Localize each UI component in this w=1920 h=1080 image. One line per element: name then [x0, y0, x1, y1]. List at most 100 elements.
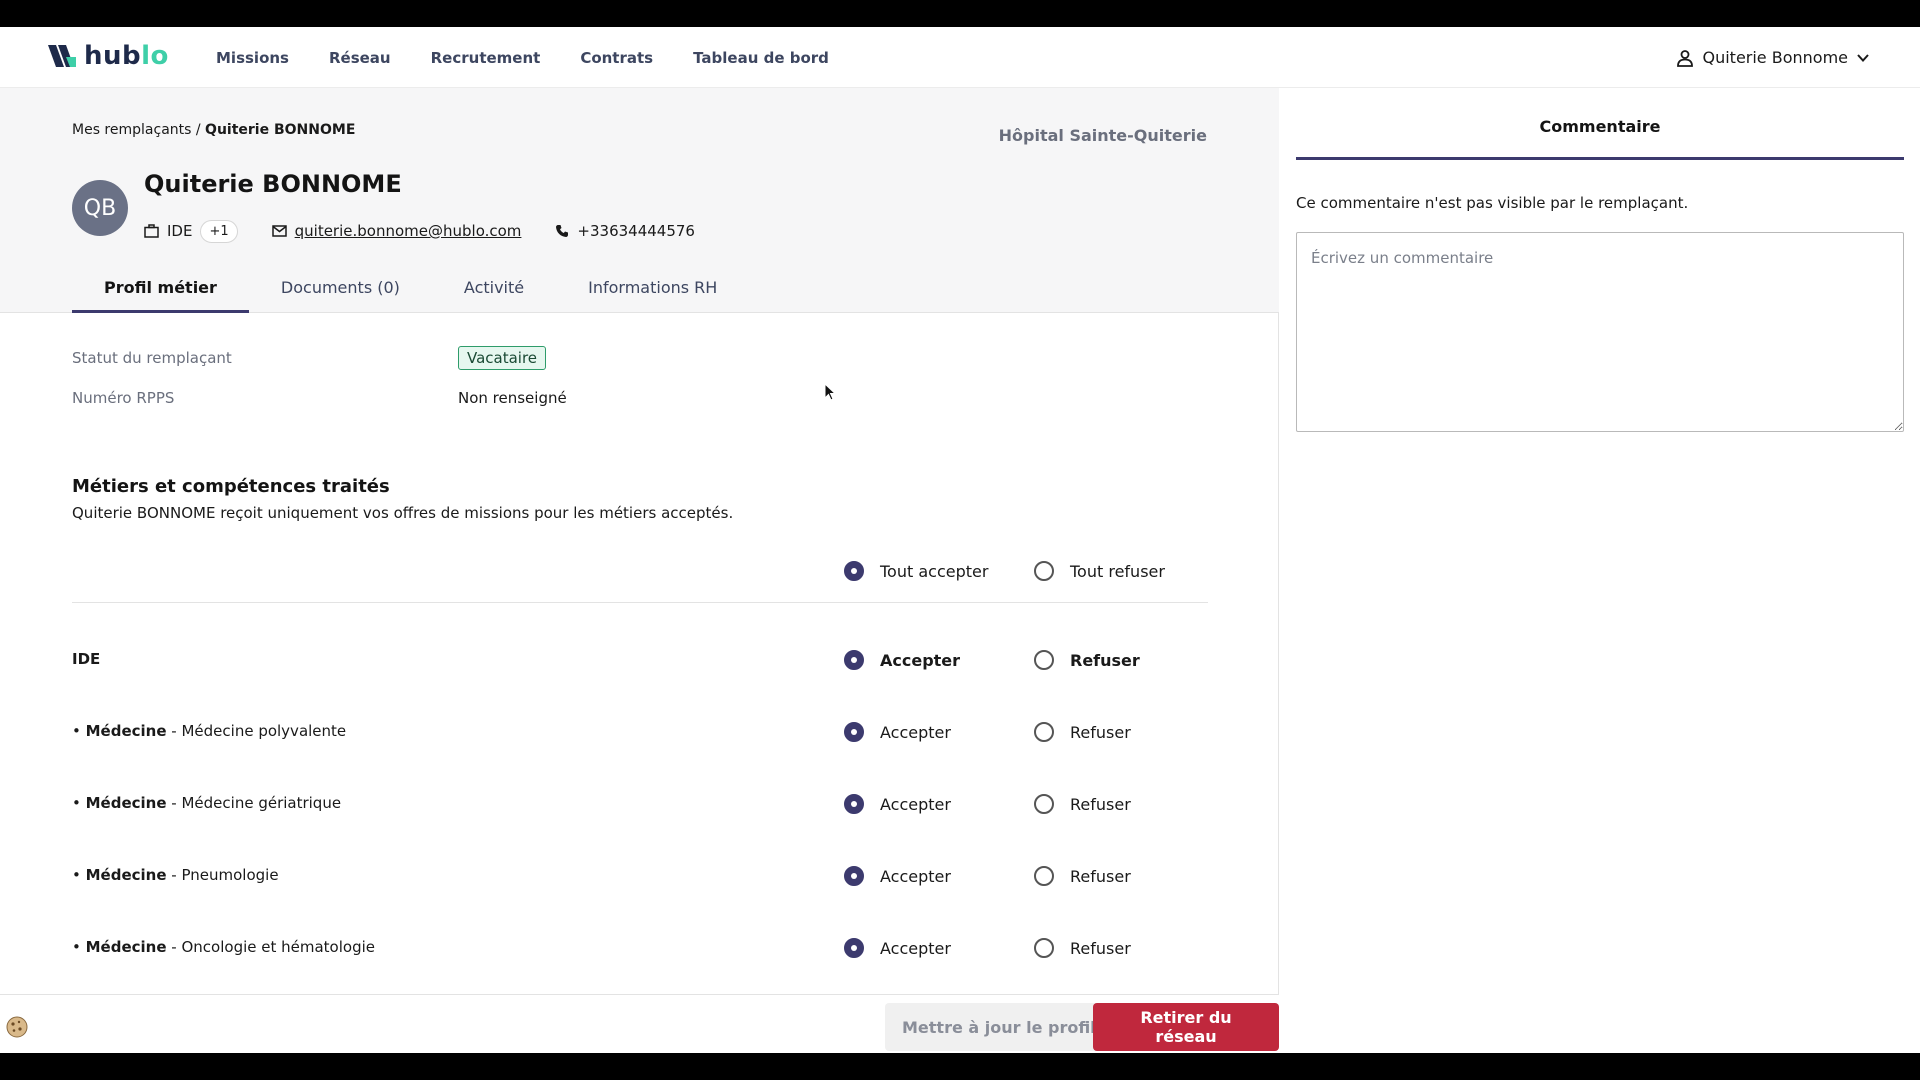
profile-meta: IDE +1 quiterie.bonnome@hublo.com +33634… — [144, 216, 729, 246]
job-accept-label: Accepter — [880, 650, 961, 670]
tab-activite[interactable]: Activité — [432, 268, 556, 313]
skill-row: • Médecine - Oncologie et hématologie Ac… — [72, 935, 1208, 961]
job-label: IDE — [167, 222, 193, 240]
skill-accept-radio[interactable] — [844, 938, 864, 958]
refuse-all-radio[interactable] — [1034, 561, 1054, 581]
user-name: Quiterie Bonnome — [1702, 48, 1848, 67]
tab-documents[interactable]: Documents (0) — [249, 268, 432, 313]
skill-accept-radio[interactable] — [844, 866, 864, 886]
skill-refuse-label: Refuser — [1070, 722, 1131, 742]
skill-refuse-radio[interactable] — [1034, 938, 1054, 958]
job-row: IDE Accepter Refuser — [72, 647, 1208, 673]
nav-reseau[interactable]: Réseau — [329, 49, 391, 67]
job-refuse-label: Refuser — [1070, 650, 1140, 670]
status-label: Statut du remplaçant — [72, 349, 232, 367]
hublo-logo-text: hublo — [84, 41, 169, 71]
section-title: Métiers et compétences traités — [72, 476, 390, 497]
skill-accept-option[interactable]: Accepter — [844, 791, 951, 817]
nav-recrutement[interactable]: Recrutement — [431, 49, 541, 67]
cookie-icon[interactable] — [5, 1015, 29, 1039]
job-extra-badge[interactable]: +1 — [200, 219, 238, 243]
job-accept-radio[interactable] — [844, 650, 864, 670]
skill-accept-label: Accepter — [880, 866, 951, 886]
profile-content: Statut du remplaçant Vacataire Numéro RP… — [0, 314, 1279, 994]
nav-tableau-de-bord[interactable]: Tableau de bord — [693, 49, 829, 67]
skill-refuse-label: Refuser — [1070, 938, 1131, 958]
global-choice-row: Tout accepter Tout refuser — [72, 558, 1208, 584]
skill-refuse-option[interactable]: Refuser — [1034, 863, 1131, 889]
comment-input[interactable] — [1296, 232, 1904, 432]
skill-accept-option[interactable]: Accepter — [844, 719, 951, 745]
skill-refuse-label: Refuser — [1070, 794, 1131, 814]
accept-all-radio[interactable] — [844, 561, 864, 581]
refuse-all-label: Tout refuser — [1070, 561, 1165, 581]
skill-row-label: • Médecine - Pneumologie — [72, 866, 279, 884]
tab-informations-rh[interactable]: Informations RH — [556, 268, 749, 313]
skill-accept-radio[interactable] — [844, 794, 864, 814]
main-panel: Mes remplaçants / Quiterie BONNOME Hôpit… — [0, 88, 1279, 1053]
app-window: hublo Missions Réseau Recrutement Contra… — [0, 27, 1920, 1053]
mouse-cursor-icon — [824, 383, 836, 401]
breadcrumb-parent[interactable]: Mes remplaçants / — [72, 122, 201, 138]
remove-from-network-button[interactable]: Retirer du réseau — [1093, 1003, 1279, 1051]
hublo-logo[interactable]: hublo — [48, 41, 169, 71]
status-badge: Vacataire — [458, 346, 547, 370]
rpps-label: Numéro RPPS — [72, 389, 175, 407]
comment-panel: Commentaire Ce commentaire n'est pas vis… — [1280, 88, 1920, 1053]
job-group: IDE +1 — [144, 219, 238, 243]
accept-all-label: Tout accepter — [880, 561, 989, 581]
skill-accept-label: Accepter — [880, 722, 951, 742]
skill-refuse-option[interactable]: Refuser — [1034, 935, 1131, 961]
refuse-all-option[interactable]: Tout refuser — [1034, 558, 1165, 584]
skill-refuse-radio[interactable] — [1034, 794, 1054, 814]
action-bar: Mettre à jour le profil Retirer du résea… — [0, 994, 1279, 1053]
chevron-down-icon — [1857, 53, 1869, 62]
hublo-logo-icon — [48, 45, 76, 67]
skill-row-label: • Médecine - Oncologie et hématologie — [72, 938, 375, 956]
skill-accept-option[interactable]: Accepter — [844, 935, 951, 961]
skill-row: • Médecine - Médecine polyvalente Accept… — [72, 719, 1208, 745]
hospital-name: Hôpital Sainte-Quiterie — [998, 126, 1207, 145]
top-navigation: hublo Missions Réseau Recrutement Contra… — [0, 27, 1920, 88]
skill-refuse-radio[interactable] — [1034, 722, 1054, 742]
phone-icon — [556, 225, 569, 237]
nav-missions[interactable]: Missions — [216, 49, 289, 67]
phone-group: +33634444576 — [555, 222, 695, 240]
profile-header: Mes remplaçants / Quiterie BONNOME Hôpit… — [0, 88, 1279, 313]
skill-accept-label: Accepter — [880, 938, 951, 958]
mail-icon — [271, 225, 287, 237]
accept-all-option[interactable]: Tout accepter — [844, 558, 988, 584]
skill-refuse-option[interactable]: Refuser — [1034, 791, 1131, 817]
email-link[interactable]: quiterie.bonnome@hublo.com — [295, 222, 522, 240]
tab-profil-metier[interactable]: Profil métier — [72, 268, 249, 313]
user-icon — [1677, 49, 1694, 67]
breadcrumb: Mes remplaçants / Quiterie BONNOME — [72, 122, 355, 138]
skill-row-label: • Médecine - Médecine gériatrique — [72, 794, 342, 812]
skill-accept-label: Accepter — [880, 794, 951, 814]
page-title: Quiterie BONNOME — [144, 170, 402, 198]
main-nav: Missions Réseau Recrutement Contrats Tab… — [216, 27, 829, 88]
rpps-value: Non renseigné — [458, 389, 567, 407]
skill-refuse-label: Refuser — [1070, 866, 1131, 886]
divider — [72, 602, 1208, 603]
comment-visibility-note: Ce commentaire n'est pas visible par le … — [1296, 194, 1689, 212]
skill-row-label: • Médecine - Médecine polyvalente — [72, 722, 347, 740]
skill-accept-option[interactable]: Accepter — [844, 863, 951, 889]
tab-commentaire[interactable]: Commentaire — [1296, 88, 1904, 160]
nav-contrats[interactable]: Contrats — [580, 49, 653, 67]
skill-row: • Médecine - Médecine gériatrique Accept… — [72, 791, 1208, 817]
briefcase-icon — [144, 224, 159, 238]
email-group: quiterie.bonnome@hublo.com — [271, 222, 522, 240]
job-refuse-option[interactable]: Refuser — [1034, 647, 1140, 673]
avatar: QB — [72, 180, 128, 236]
user-menu[interactable]: Quiterie Bonnome — [1676, 27, 1870, 88]
skill-refuse-option[interactable]: Refuser — [1034, 719, 1131, 745]
skill-refuse-radio[interactable] — [1034, 866, 1054, 886]
skill-accept-radio[interactable] — [844, 722, 864, 742]
phone-number[interactable]: +33634444576 — [577, 222, 695, 240]
update-profile-button[interactable]: Mettre à jour le profil — [885, 1003, 1113, 1051]
breadcrumb-current: Quiterie BONNOME — [205, 122, 356, 138]
job-refuse-radio[interactable] — [1034, 650, 1054, 670]
section-description: Quiterie BONNOME reçoit uniquement vos o… — [72, 504, 734, 522]
job-accept-option[interactable]: Accepter — [844, 647, 960, 673]
